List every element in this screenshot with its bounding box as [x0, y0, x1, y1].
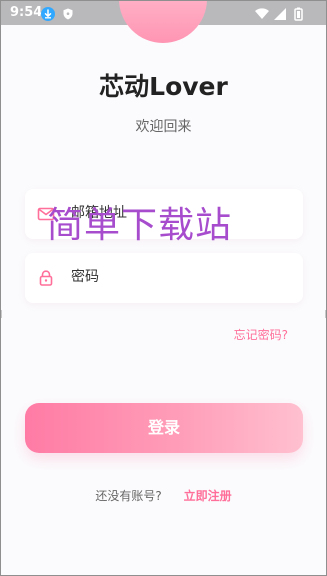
download-icon [41, 6, 55, 21]
wifi-icon [255, 8, 269, 19]
avatar [119, 1, 207, 43]
login-button-label: 登录 [147, 418, 180, 437]
signal-icon [274, 8, 286, 20]
status-icons [254, 6, 308, 21]
lock-icon [37, 269, 55, 287]
left-edge-mark [1, 310, 2, 318]
watermark: 简单下载站 [47, 205, 233, 246]
app-title: 芯动Lover [99, 72, 228, 101]
register-row: 还没有账号? 立即注册 [1, 488, 326, 504]
status-time: 9:54 [10, 5, 43, 20]
forgot-password-link[interactable]: 忘记密码? [234, 327, 288, 343]
login-button[interactable]: 登录 [25, 403, 303, 453]
right-edge-mark [325, 310, 326, 318]
welcome-subtitle: 欢迎回来 [135, 119, 192, 135]
shield-icon [61, 6, 75, 20]
battery-icon [294, 7, 303, 21]
register-link[interactable]: 立即注册 [184, 489, 232, 503]
app-screen: 9:54 芯动Lover 欢迎回来 邮箱地址 密码 忘记密码? 登录 还没有账号… [0, 0, 327, 576]
login-content: 芯动Lover 欢迎回来 邮箱地址 密码 忘记密码? 登录 还没有账号? 立即注… [1, 1, 326, 575]
password-value: 密码 [71, 269, 99, 285]
register-prompt: 还没有账号? [95, 489, 162, 503]
password-field[interactable]: 密码 [25, 253, 303, 303]
